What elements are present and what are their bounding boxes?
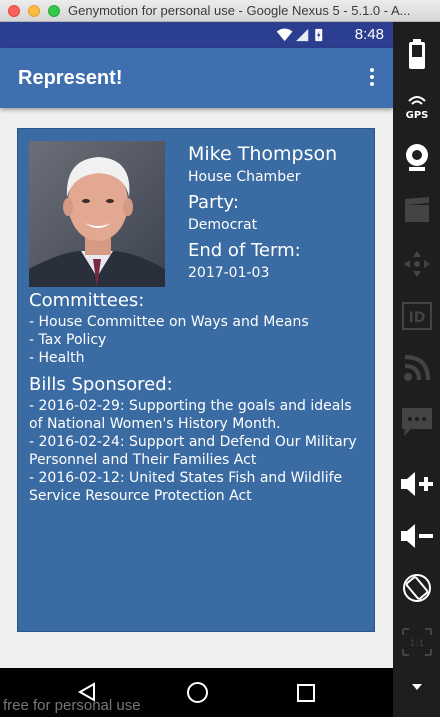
party-label: Party: — [188, 192, 239, 213]
more-vert-icon[interactable] — [367, 68, 377, 90]
committee-item: - Health — [29, 350, 85, 366]
status-icons — [276, 28, 323, 42]
bill-item: - 2016-02-29: Supporting the goals and i… — [29, 398, 352, 432]
svg-text:ID: ID — [408, 310, 425, 326]
webcam-icon[interactable] — [393, 138, 440, 178]
wifi-icon — [276, 28, 293, 42]
watermark-text: free for personal use — [3, 697, 141, 714]
committee-item: - Tax Policy — [29, 332, 107, 348]
chevron-down-icon[interactable] — [393, 677, 440, 697]
status-bar: 8:48 — [0, 22, 393, 48]
representative-card[interactable]: Mike Thompson House Chamber Party: Democ… — [17, 128, 375, 632]
rss-icon[interactable] — [393, 348, 440, 388]
app-bar: Represent! — [0, 48, 393, 108]
app-title: Represent! — [18, 67, 123, 89]
close-window-button[interactable] — [8, 5, 20, 17]
svg-text:GPS: GPS — [405, 110, 428, 119]
svg-text:1:1: 1:1 — [409, 639, 423, 649]
committee-item: - House Committee on Ways and Means — [29, 314, 309, 330]
maximize-window-button[interactable] — [48, 5, 60, 17]
video-capture-icon[interactable] — [393, 190, 440, 230]
window-title: Genymotion for personal use - Google Nex… — [68, 3, 411, 18]
device-id-icon[interactable]: ID — [393, 296, 440, 336]
device-screen: 8:48 Represent! Mike Thompson House Cham… — [0, 22, 393, 717]
signal-icon — [296, 28, 309, 42]
dpad-icon[interactable] — [393, 244, 440, 284]
bill-item: - 2016-02-24: Support and Defend Our Mil… — [29, 434, 357, 468]
party-value: Democrat — [188, 217, 258, 233]
battery-icon[interactable] — [393, 34, 440, 74]
committees-section: Committees: - House Committee on Ways an… — [29, 289, 369, 367]
recent-apps-icon[interactable] — [297, 684, 315, 702]
gps-icon[interactable]: GPS — [393, 86, 440, 126]
emulator-toolbar: GPS ID 1:1 — [393, 22, 440, 717]
minimize-window-button[interactable] — [28, 5, 40, 17]
term-value: 2017-01-03 — [188, 265, 270, 281]
window-title-bar: Genymotion for personal use - Google Nex… — [0, 0, 440, 22]
home-icon[interactable] — [187, 682, 208, 703]
rotate-icon[interactable] — [393, 568, 440, 608]
representative-info: Mike Thompson House Chamber Party: Democ… — [188, 141, 368, 287]
pixel-perfect-icon[interactable]: 1:1 — [393, 622, 440, 662]
chamber-text: House Chamber — [188, 169, 301, 185]
volume-up-icon[interactable] — [393, 464, 440, 504]
sms-icon[interactable] — [393, 402, 440, 442]
representative-name: Mike Thompson — [188, 143, 338, 165]
term-label: End of Term: — [188, 240, 301, 261]
bill-item: - 2016-02-12: United States Fish and Wil… — [29, 470, 343, 504]
representative-photo — [29, 141, 165, 287]
bills-heading: Bills Sponsored: — [29, 374, 173, 395]
committees-heading: Committees: — [29, 290, 145, 311]
bills-section: Bills Sponsored: - 2016-02-29: Supportin… — [29, 373, 369, 505]
volume-down-icon[interactable] — [393, 516, 440, 556]
status-time: 8:48 — [354, 26, 384, 43]
